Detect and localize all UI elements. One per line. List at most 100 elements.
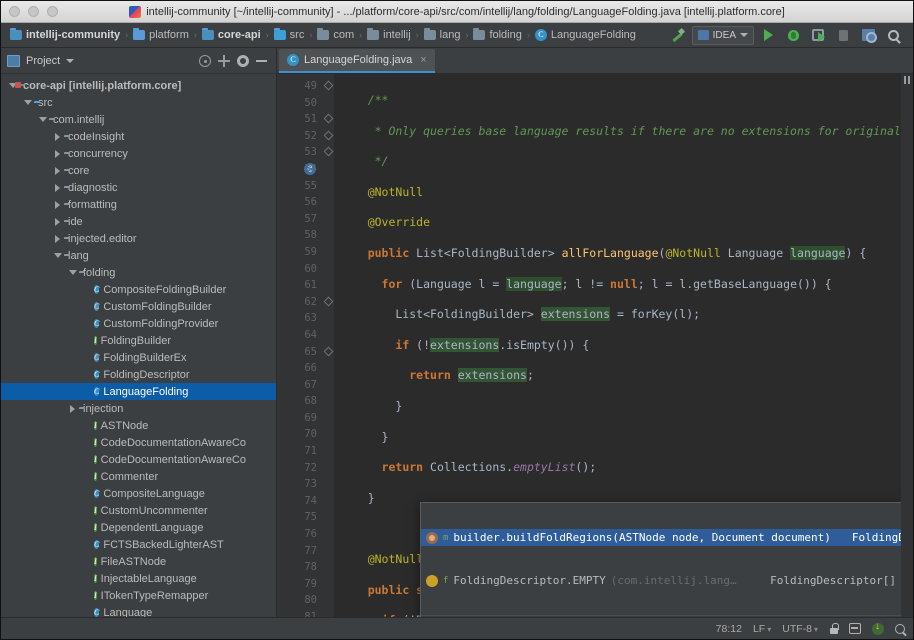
tree-node[interactable]: core-api [intellij.platform.core] <box>1 77 276 94</box>
fold-marker-icon[interactable] <box>325 115 332 122</box>
tree-node[interactable]: C CustomFoldingProvider <box>1 315 276 332</box>
fold-marker-icon[interactable] <box>325 82 332 89</box>
line-number[interactable]: 77 <box>277 543 323 560</box>
breadcrumb-item-project[interactable]: intellij-community <box>5 26 125 45</box>
chevron-right-icon[interactable] <box>55 149 60 158</box>
breadcrumb-item-src[interactable]: src <box>269 26 310 45</box>
chevron-right-icon[interactable] <box>55 234 60 243</box>
breadcrumb-item-lang[interactable]: lang <box>419 26 466 45</box>
code-completion-popup[interactable]: m builder.buildFoldRegions(ASTNode node,… <box>420 502 901 617</box>
read-only-lock-icon[interactable] <box>829 623 839 634</box>
chevron-down-icon[interactable] <box>23 100 32 105</box>
tree-node[interactable]: I Commenter <box>1 468 276 485</box>
line-number-gutter[interactable]: 49 50 51 52 53 @54 55 56 57 58 59 60 61 62 63 64 65 66 67 6… <box>277 74 323 617</box>
tree-node[interactable]: formatting <box>1 196 276 213</box>
fold-marker-icon[interactable] <box>325 148 332 155</box>
line-number[interactable]: 81 <box>277 609 323 617</box>
inspections-icon[interactable] <box>849 623 861 634</box>
tree-node[interactable]: I FileASTNode <box>1 553 276 570</box>
tree-twisty[interactable] <box>67 270 78 275</box>
chevron-down-icon[interactable] <box>53 253 62 258</box>
tree-node[interactable]: core <box>1 162 276 179</box>
completion-item[interactable]: f FoldingDescriptor.EMPTY (com.intellij.… <box>421 572 901 589</box>
project-tree[interactable]: core-api [intellij.platform.core] src com.… <box>1 74 276 617</box>
locate-icon[interactable] <box>199 54 211 67</box>
line-number[interactable]: 69 <box>277 410 323 427</box>
line-number[interactable]: 74 <box>277 493 323 510</box>
line-number[interactable]: 58 <box>277 227 323 244</box>
notification-icon[interactable] <box>872 621 884 635</box>
chevron-right-icon[interactable] <box>55 217 60 226</box>
tree-node[interactable]: C LanguageFolding <box>1 383 276 400</box>
tree-node[interactable]: injection <box>1 400 276 417</box>
tree-twisty[interactable] <box>52 234 63 243</box>
breadcrumb-item-intellij[interactable]: intellij <box>362 26 416 45</box>
tree-node[interactable]: ide <box>1 213 276 230</box>
tree-node[interactable]: I CodeDocumentationAwareCo <box>1 434 276 451</box>
zoom-button[interactable] <box>47 6 58 17</box>
run-configuration-selector[interactable]: IDEA <box>691 25 754 45</box>
settings-gear-icon[interactable] <box>237 54 249 67</box>
line-separator-indicator[interactable]: LF ▾ <box>753 623 771 635</box>
tree-node[interactable]: I InjectableLanguage <box>1 570 276 587</box>
line-number[interactable]: 51 <box>277 111 323 128</box>
tree-node[interactable]: I ITokenTypeRemapper <box>1 587 276 604</box>
line-number[interactable]: 68 <box>277 393 323 410</box>
line-number[interactable]: 73 <box>277 476 323 493</box>
run-icon[interactable] <box>757 25 779 45</box>
tree-twisty[interactable] <box>52 132 63 141</box>
breadcrumb-item-folding[interactable]: folding <box>468 26 526 45</box>
line-number[interactable]: 62 <box>277 294 323 311</box>
editor-marker-strip[interactable] <box>901 74 913 617</box>
tree-node[interactable]: C FCTSBackedLighterAST <box>1 536 276 553</box>
line-number[interactable]: 66 <box>277 360 323 377</box>
build-hammer-icon[interactable] <box>667 25 689 45</box>
line-number[interactable]: 61 <box>277 277 323 294</box>
search-everywhere-icon[interactable] <box>857 25 879 45</box>
breadcrumb-item-platform[interactable]: platform <box>128 26 194 45</box>
tree-node[interactable]: lang <box>1 247 276 264</box>
project-panel-title[interactable]: Project <box>26 55 60 67</box>
breadcrumb-item-core-api[interactable]: core-api <box>197 26 266 45</box>
tree-node[interactable]: diagnostic <box>1 179 276 196</box>
tree-node[interactable]: C Language <box>1 604 276 617</box>
line-number[interactable]: 59 <box>277 244 323 261</box>
fold-marker-icon[interactable] <box>325 348 332 355</box>
fold-marker-icon[interactable] <box>325 132 332 139</box>
chevron-right-icon[interactable] <box>55 200 60 209</box>
line-number[interactable]: 63 <box>277 310 323 327</box>
tree-twisty[interactable] <box>67 404 78 413</box>
stop-icon[interactable] <box>832 25 854 45</box>
tree-node[interactable]: folding <box>1 264 276 281</box>
line-number[interactable]: 65 <box>277 344 323 361</box>
search-icon[interactable] <box>882 25 904 45</box>
tree-node[interactable]: codeInsight <box>1 128 276 145</box>
fold-marker-icon[interactable] <box>325 298 332 305</box>
tree-node[interactable]: I CustomUncommenter <box>1 502 276 519</box>
close-button[interactable] <box>9 6 20 17</box>
tree-twisty[interactable] <box>52 200 63 209</box>
tree-node[interactable]: C FoldingBuilderEx <box>1 349 276 366</box>
tree-node[interactable]: I FoldingBuilder <box>1 332 276 349</box>
chevron-right-icon[interactable] <box>55 166 60 175</box>
run-with-coverage-icon[interactable] <box>807 25 829 45</box>
line-number[interactable]: 67 <box>277 377 323 394</box>
tree-twisty[interactable] <box>22 100 33 105</box>
line-number[interactable]: 78 <box>277 559 323 576</box>
code-content[interactable]: /** * Only queries base language results… <box>334 74 901 617</box>
code-folding-gutter[interactable] <box>323 74 334 617</box>
close-icon[interactable]: × <box>420 54 426 66</box>
chevron-right-icon[interactable] <box>70 404 75 413</box>
line-number[interactable]: 54 <box>277 161 323 178</box>
caret-position-indicator[interactable]: 78:12 <box>716 623 742 635</box>
line-number[interactable]: 52 <box>277 128 323 145</box>
tree-node[interactable]: src <box>1 94 276 111</box>
tree-node[interactable]: I ASTNode <box>1 417 276 434</box>
breadcrumb-item-languagefolding[interactable]: C LanguageFolding <box>530 26 641 45</box>
tree-node[interactable]: com.intellij <box>1 111 276 128</box>
line-number[interactable]: 53 <box>277 144 323 161</box>
tree-node[interactable]: C CompositeFoldingBuilder <box>1 281 276 298</box>
editor-area[interactable]: 49 50 51 52 53 @54 55 56 57 58 59 60 61 62 63 64 65 66 67 6… <box>277 74 913 617</box>
line-number[interactable]: 56 <box>277 194 323 211</box>
chevron-down-icon[interactable] <box>68 270 77 275</box>
